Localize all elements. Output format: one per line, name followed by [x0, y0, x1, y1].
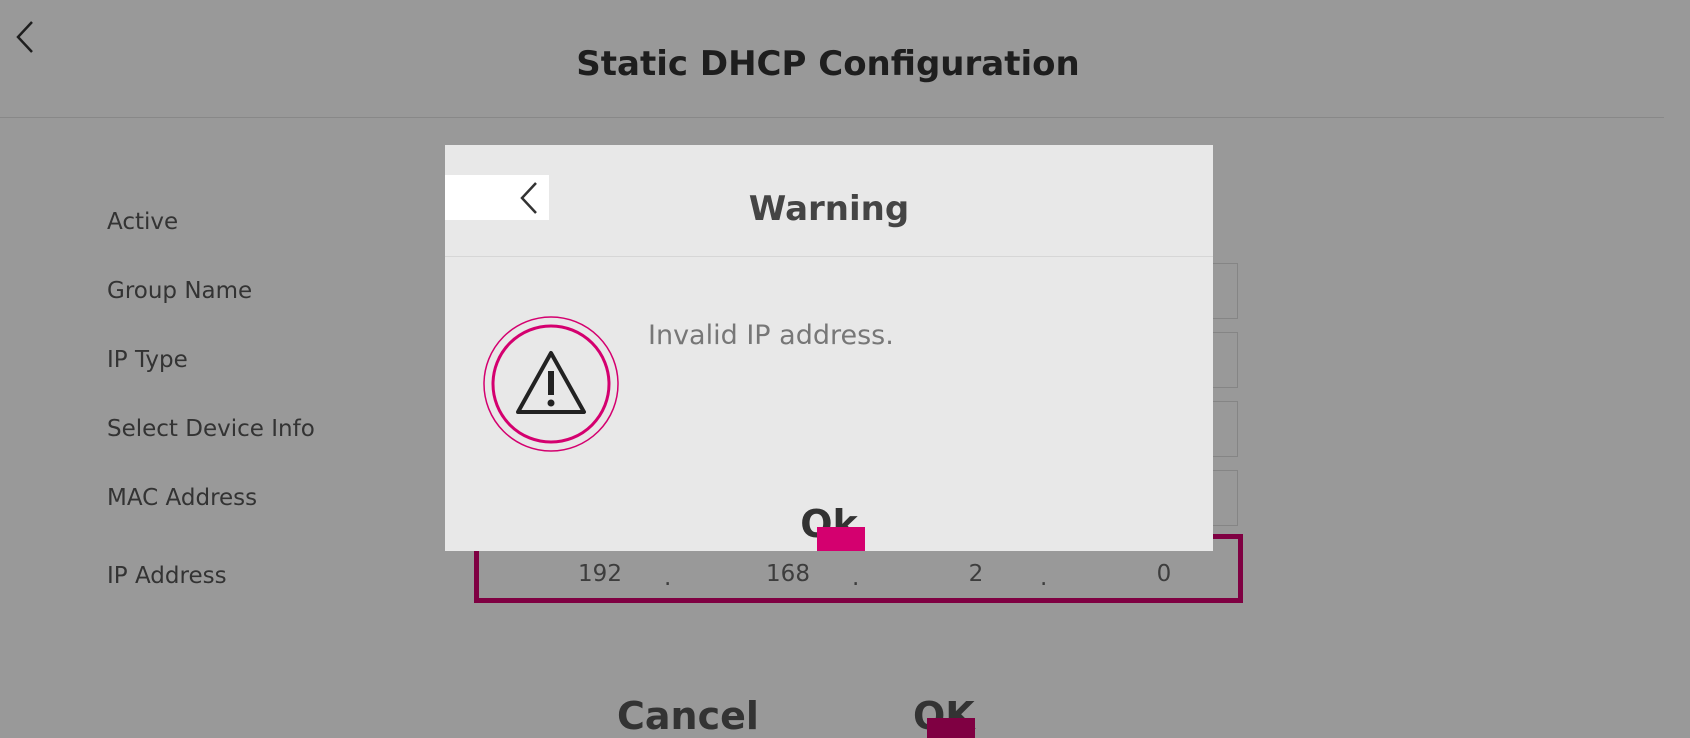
dialog-message: Invalid IP address. [648, 320, 894, 351]
dialog-title: Warning [748, 189, 910, 229]
warning-dialog: Warning Invalid IP address. Ok [445, 145, 1213, 551]
warning-triangle-icon [483, 316, 619, 452]
dialog-divider [445, 256, 1213, 257]
dialog-ok-accent [817, 527, 865, 551]
